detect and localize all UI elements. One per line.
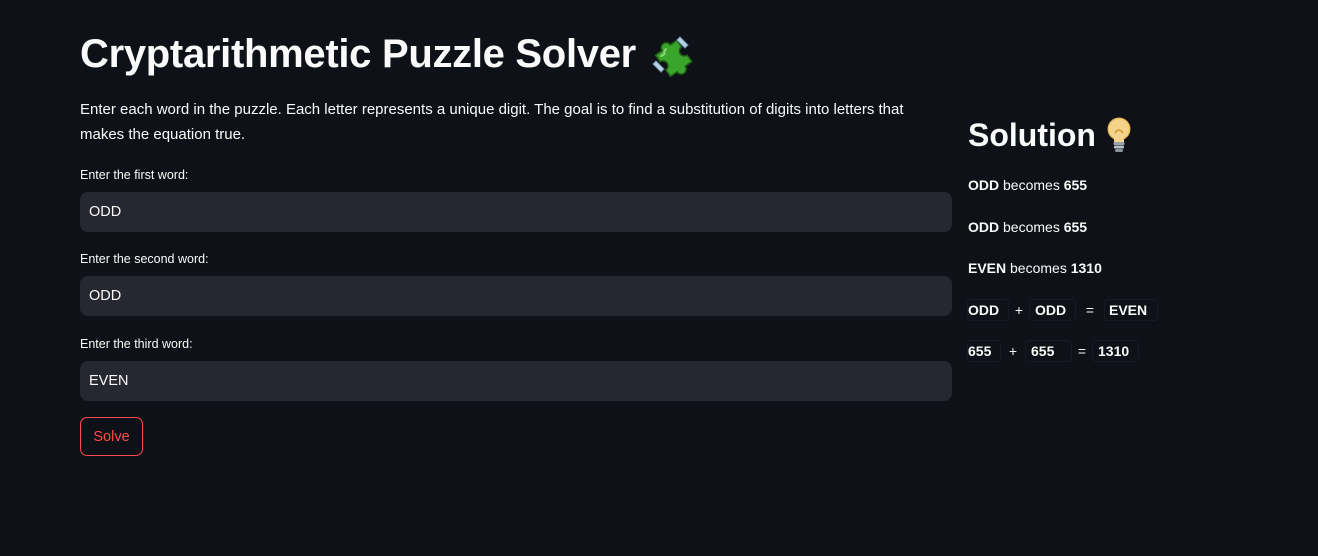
digit-equation: 655 + 655 = 1310 — [968, 341, 1138, 361]
solution-digits: 655 — [1063, 219, 1088, 235]
plus-sign: + — [1014, 302, 1024, 318]
third-word-input[interactable] — [80, 361, 952, 401]
solution-line-1: ODD becomes 655 — [968, 175, 1087, 195]
first-word-label: Enter the first word: — [80, 168, 189, 182]
equation-term: ODD — [1030, 300, 1075, 320]
becomes-text: becomes — [1003, 219, 1060, 235]
page-title: Cryptarithmetic Puzzle Solver — [80, 30, 696, 78]
solution-word: EVEN — [968, 260, 1007, 276]
solution-title: Solution — [968, 113, 1134, 157]
second-word-label: Enter the second word: — [80, 252, 209, 266]
equation-term: EVEN — [1105, 300, 1157, 320]
third-word-label: Enter the third word: — [80, 337, 193, 351]
intro-text: Enter each word in the puzzle. Each lett… — [80, 101, 904, 143]
solution-word: ODD — [968, 177, 1000, 193]
solution-word: ODD — [968, 219, 1000, 235]
solution-title-text: Solution — [968, 117, 1096, 153]
solution-line-2: ODD becomes 655 — [968, 217, 1087, 237]
app-page: Cryptarithmetic Puzzle Solver Enter each… — [0, 0, 1318, 556]
becomes-text: becomes — [1010, 260, 1067, 276]
solution-digits: 1310 — [1070, 260, 1102, 276]
plus-sign: + — [1008, 343, 1018, 359]
equation-term: 1310 — [1093, 341, 1138, 361]
puzzle-piece-icon — [652, 36, 693, 77]
becomes-text: becomes — [1003, 177, 1060, 193]
first-word-input[interactable] — [80, 192, 952, 232]
page-title-text: Cryptarithmetic Puzzle Solver — [80, 32, 636, 76]
second-word-input[interactable] — [80, 276, 952, 316]
equals-sign: = — [1085, 302, 1095, 318]
solution-line-3: EVEN becomes 1310 — [968, 258, 1102, 278]
equation-term: ODD — [968, 300, 1008, 320]
equals-sign: = — [1077, 343, 1087, 359]
lightbulb-icon — [1107, 117, 1131, 152]
solution-digits: 655 — [1063, 177, 1088, 193]
equation-term: 655 — [968, 341, 1000, 361]
word-equation: ODD + ODD = EVEN — [968, 300, 1157, 320]
equation-term: 655 — [1026, 341, 1071, 361]
solve-button[interactable]: Solve — [80, 417, 143, 456]
